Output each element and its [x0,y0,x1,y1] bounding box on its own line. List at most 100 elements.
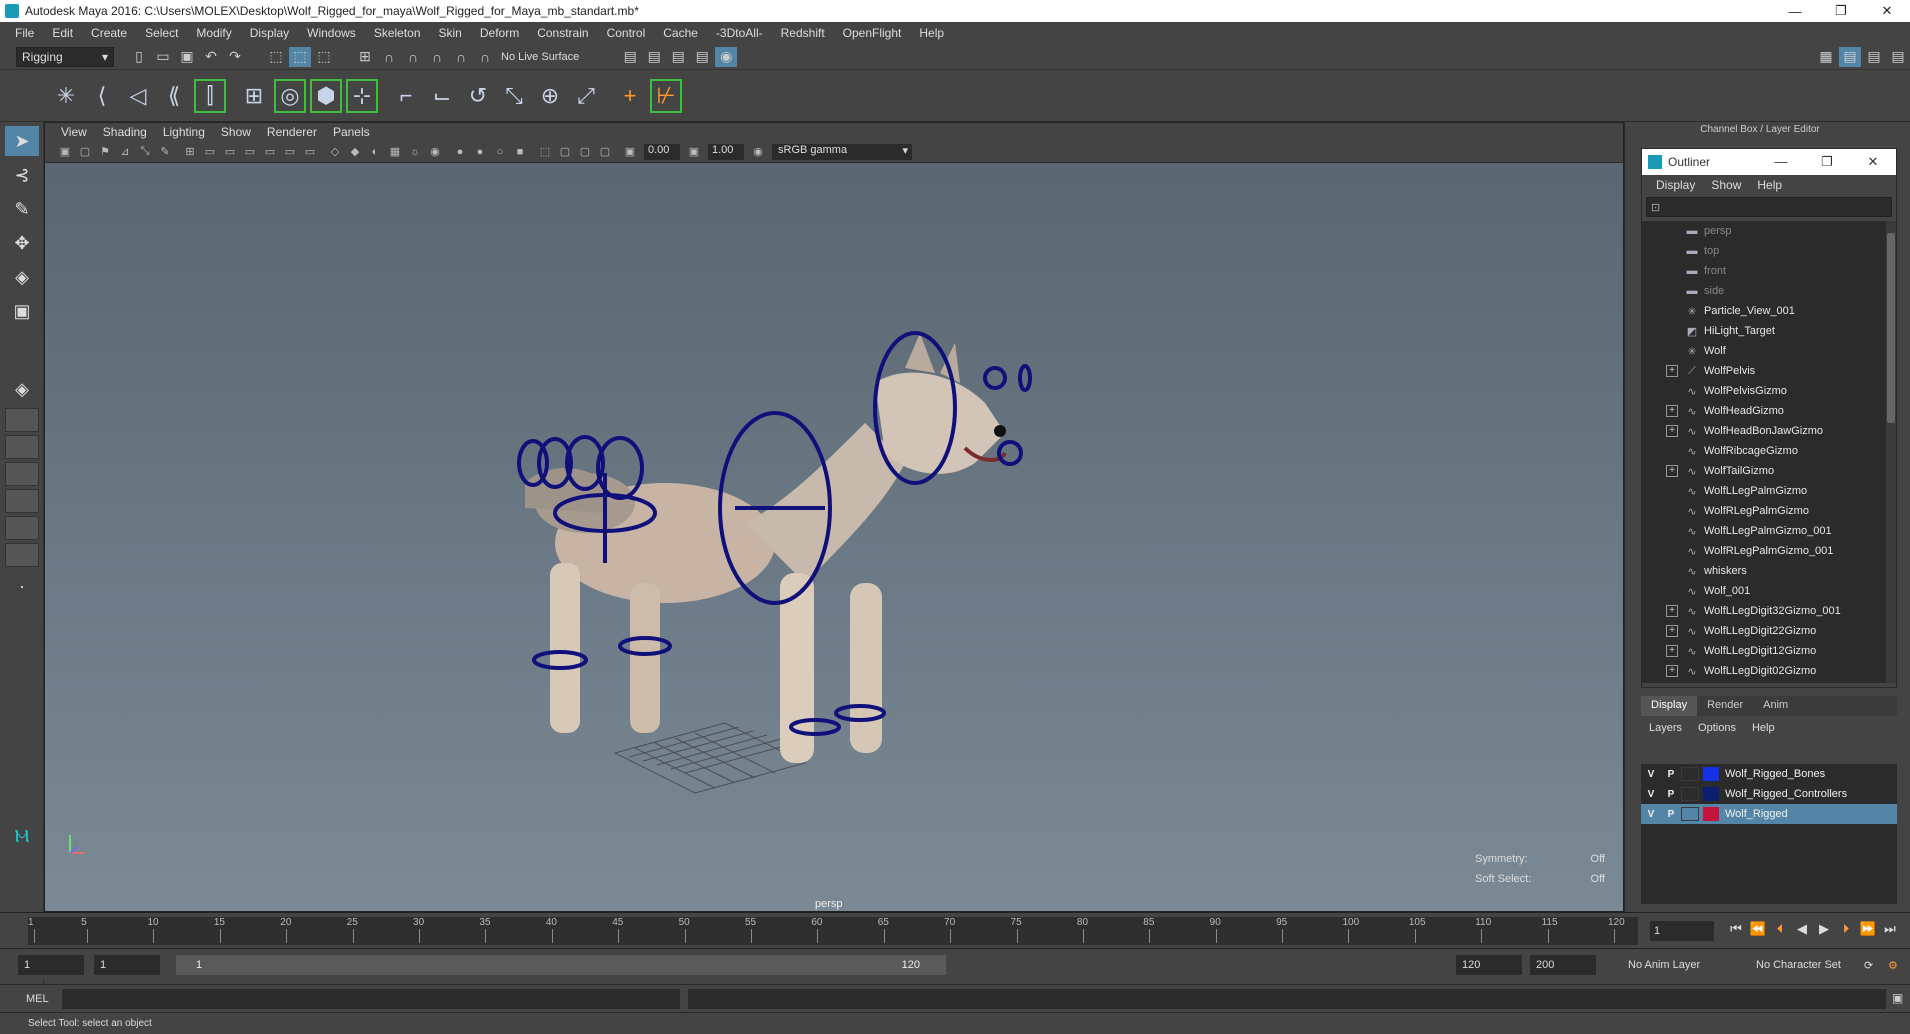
timeline-ruler[interactable]: 1 5 10 15 20 25 30 35 40 45 50 55 60 65 70 75 80 85 90 95 10… [28,917,1638,945]
playback-start-field[interactable]: 1 [94,955,160,975]
isolate-select-icon[interactable]: ⬚ [536,144,554,160]
outliner-item[interactable]: + ∿ WolfHeadGizmo [1642,401,1896,421]
playback-end-field[interactable]: 120 [1456,955,1522,975]
more-layouts-icon[interactable]: · [5,571,39,601]
image-plane-icon[interactable]: ⊿ [116,144,134,160]
menu-windows[interactable]: Windows [298,26,365,40]
layer-menu-help[interactable]: Help [1744,722,1783,734]
mirror-joint-icon[interactable]: ⟪ [158,79,190,113]
wire-deformer-icon[interactable]: ⊹ [346,78,378,113]
layer-menu-options[interactable]: Options [1690,722,1744,734]
create-joints-icon[interactable]: ✳ [50,79,82,113]
outliner-search-input[interactable]: ⊡ [1646,197,1892,217]
layer-display-type-toggle[interactable] [1681,767,1699,781]
outliner-item[interactable]: + ⟋ WolfPelvis [1642,361,1896,381]
menu-skin[interactable]: Skin [430,26,471,40]
outliner-item[interactable]: + ∿ WolfLLegDigit12Gizmo [1642,641,1896,661]
script-editor-icon[interactable]: ▣ [1892,991,1903,1005]
grid-icon[interactable]: ⊞ [181,144,199,160]
expand-icon[interactable]: + [1666,465,1678,477]
menu-edit[interactable]: Edit [43,26,82,40]
layer-display-type-toggle[interactable] [1681,807,1699,821]
menu-select[interactable]: Select [136,26,187,40]
xray-joints-icon[interactable]: ▢ [576,144,594,160]
viewport-menu-renderer[interactable]: Renderer [259,125,325,139]
menu-cache[interactable]: Cache [654,26,707,40]
expand-icon[interactable]: + [1666,365,1678,377]
wrap-deformer-icon[interactable]: ⬢ [310,78,342,113]
move-tool-icon[interactable]: ✥ [5,228,39,258]
outliner-item[interactable]: ▬ side [1642,281,1896,301]
bookmark-icon[interactable]: ⚑ [96,144,114,160]
exposure-icon[interactable]: ▣ [621,144,639,160]
expand-icon[interactable]: + [1666,645,1678,657]
use-lights-icon[interactable]: ☼ [406,144,424,160]
expand-icon[interactable]: + [1666,425,1678,437]
outliner-item[interactable]: + ∿ WolfHeadBonJawGizmo [1642,421,1896,441]
safe-title-icon[interactable]: ▭ [301,144,319,160]
snap-view-icon[interactable]: ∩ [426,47,448,67]
aim-constraint-icon[interactable]: ⌙ [426,79,458,113]
outliner-item[interactable]: + ∿ WolfLLegDigit32Gizmo_001 [1642,601,1896,621]
step-forward-key-icon[interactable]: ⏩ [1858,921,1878,941]
outliner-item[interactable]: + ∿ WolfLLegDigit22Gizmo [1642,621,1896,641]
select-object-icon[interactable]: ⬚ [289,46,311,67]
layer-row[interactable]: V P Wolf_Rigged [1641,804,1897,824]
select-component-icon[interactable]: ⬚ [313,47,335,67]
minimize-button[interactable]: — [1772,0,1818,22]
redo-icon[interactable]: ↷ [224,47,246,67]
viewport-menu-shading[interactable]: Shading [95,125,155,139]
menu-skeleton[interactable]: Skeleton [365,26,430,40]
tool-settings-icon[interactable]: ▤ [1863,47,1885,67]
hypershade-icon[interactable]: ◉ [715,46,738,67]
outliner-item[interactable]: ∿ WolfLLegPalmGizmo [1642,481,1896,501]
anti-aliasing-icon[interactable]: ○ [491,144,509,160]
expand-icon[interactable]: + [1666,625,1678,637]
persp-outliner-layout-icon[interactable] [5,462,39,486]
paint-select-icon[interactable]: ✎ [5,194,39,224]
snap-surface-icon[interactable]: ∩ [450,47,472,67]
ipr-render-icon[interactable]: ▤ [667,47,689,67]
camera-select-icon[interactable]: ▣ [56,144,74,160]
outliner-item[interactable]: ∿ whiskers [1642,561,1896,581]
select-tool-icon[interactable]: ➤ [5,126,39,156]
menu-3dtoall[interactable]: -3DtoAll- [707,26,772,40]
undo-icon[interactable]: ↶ [200,47,222,67]
gamma-field[interactable]: 1.00 [708,143,744,160]
range-slider-bar[interactable]: 1 120 [176,955,946,975]
attribute-editor-toggle-icon[interactable]: ▤ [1839,46,1861,67]
outliner-layout-icon[interactable] [5,543,39,567]
layer-playback-toggle[interactable]: P [1661,809,1681,820]
gamma-icon[interactable]: ▣ [685,144,703,160]
outliner-item[interactable]: ∿ WolfLLegPalmGizmo_001 [1642,521,1896,541]
tab-anim[interactable]: Anim [1753,696,1798,716]
select-hierarchy-icon[interactable]: ⬚ [265,47,287,67]
lasso-tool-icon[interactable]: ⊰ [5,160,39,190]
save-scene-icon[interactable]: ▣ [176,47,198,67]
current-frame-field[interactable]: 1 [1650,921,1714,941]
open-scene-icon[interactable]: ▭ [152,47,174,67]
step-back-key-icon[interactable]: ⏪ [1748,921,1768,941]
snap-point-icon[interactable]: ∩ [402,47,424,67]
xray-components-icon[interactable]: ▢ [596,144,614,160]
outliner-item[interactable]: ∿ WolfRLegPalmGizmo_001 [1642,541,1896,561]
start-time-field[interactable]: 1 [18,955,84,975]
layer-playback-toggle[interactable]: P [1661,789,1681,800]
layer-visibility-toggle[interactable]: V [1641,809,1661,820]
outliner-item[interactable]: ▬ top [1642,241,1896,261]
smooth-shade-icon[interactable]: ◆ [346,144,364,160]
viewport-menu-show[interactable]: Show [213,125,259,139]
motion-blur-icon[interactable]: ● [471,144,489,160]
outliner-scrollbar[interactable] [1886,221,1896,683]
make-live-icon[interactable]: ∩ [474,47,496,67]
outliner-menu-show[interactable]: Show [1703,178,1749,192]
view-transform-dropdown[interactable]: sRGB gamma ▾ [772,143,912,160]
outliner-item[interactable]: + ∿ WolfTailGizmo [1642,461,1896,481]
outliner-item[interactable]: ∿ WolfRibcageGizmo [1642,441,1896,461]
ik-handle-icon[interactable]: ⟨ [86,79,118,113]
outliner-minimize-button[interactable]: — [1758,154,1804,170]
anim-layer-dropdown[interactable]: No Anim Layer [1628,959,1700,971]
render-view-icon[interactable]: ▤ [619,47,641,67]
menu-modify[interactable]: Modify [187,26,240,40]
outliner-item[interactable]: ∿ WolfPelvisGizmo [1642,381,1896,401]
